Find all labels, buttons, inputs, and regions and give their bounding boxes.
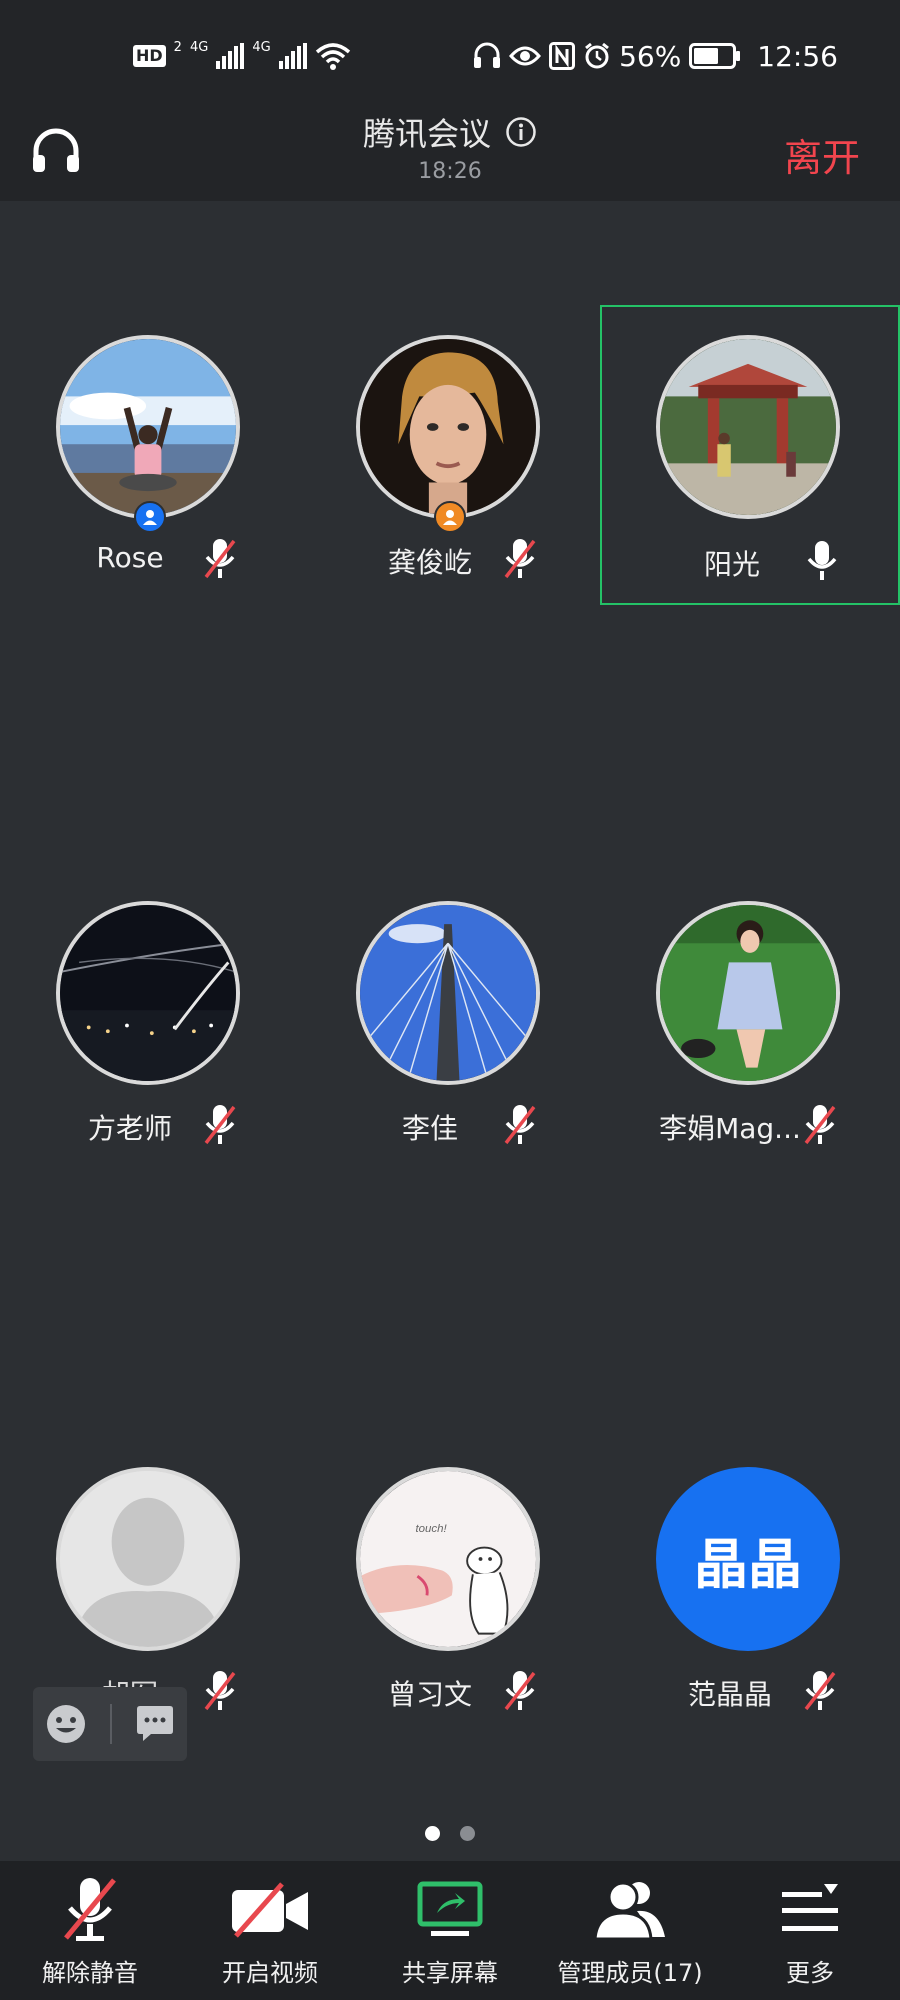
- share-screen-label: 共享屏幕: [402, 1959, 498, 1987]
- network-type-1: 4G: [189, 40, 209, 55]
- mic-muted-icon: [804, 1105, 836, 1145]
- mic-muted-icon: [504, 539, 536, 579]
- mic-muted-icon: [64, 1878, 116, 1941]
- cohost-badge: [434, 501, 466, 533]
- participant-avatar: [56, 901, 240, 1085]
- page-dot-1[interactable]: [425, 1826, 440, 1841]
- participant-tile[interactable]: 龚俊屹: [300, 305, 600, 605]
- start-video-button[interactable]: 开启视频: [180, 1861, 360, 2000]
- reaction-chat-bar: [33, 1687, 187, 1761]
- mic-muted-icon: [204, 1671, 236, 1711]
- meeting-timer: 18:26: [418, 159, 482, 184]
- svg-text:touch!: touch!: [415, 1523, 447, 1535]
- mic-muted-icon: [204, 1105, 236, 1145]
- manage-members-button[interactable]: 管理成员(17): [540, 1861, 720, 2000]
- signal-strength-2-icon: [278, 43, 307, 69]
- participant-avatar: [656, 335, 840, 519]
- start-video-label: 开启视频: [222, 1959, 318, 1987]
- hd-sim-label: 2: [173, 40, 182, 55]
- more-button[interactable]: 更多: [720, 1861, 900, 2000]
- manage-members-label: 管理成员(17): [557, 1959, 703, 1987]
- system-status-bar: HD 2 4G 4G 56% 12:56: [0, 0, 900, 105]
- nfc-icon: [549, 42, 576, 70]
- page-indicator: [0, 1826, 900, 1841]
- signal-strength-1-icon: [216, 43, 245, 69]
- battery-icon: [689, 43, 741, 69]
- participant-grid: Rose 龚俊屹 阳光 方老师 李佳 李娟Mag... touch! 曾习文 晶…: [0, 201, 900, 1861]
- participant-tile[interactable]: Rose: [0, 305, 300, 605]
- battery-percent: 56%: [619, 39, 682, 73]
- meeting-title: 腾讯会议: [362, 115, 491, 153]
- default-avatar-icon: [60, 1471, 236, 1647]
- participant-avatar: [356, 335, 540, 519]
- hd-voice-badge: HD: [133, 45, 166, 67]
- host-icon: [143, 510, 157, 525]
- reaction-divider: [109, 1704, 112, 1744]
- network-type-2: 4G: [252, 40, 271, 55]
- clock: 12:56: [757, 39, 838, 73]
- participant-avatar-initials: 晶晶: [656, 1467, 840, 1651]
- meeting-toolbar: 解除静音 开启视频 共享屏幕 管理成员(17) 更多: [0, 1861, 900, 2000]
- status-indicators-right: 56% 12:56: [473, 36, 838, 76]
- participant-avatar: [56, 335, 240, 519]
- emoji-reaction-icon[interactable]: [45, 1703, 87, 1745]
- unmute-button[interactable]: 解除静音: [0, 1861, 180, 2000]
- meeting-header: 腾讯会议 18:26 离开: [0, 105, 900, 201]
- host-badge: [134, 501, 166, 533]
- mic-muted-icon: [504, 1671, 536, 1711]
- wifi-icon: [315, 43, 350, 70]
- mic-muted-icon: [204, 539, 236, 579]
- mic-muted-icon: [504, 1105, 536, 1145]
- participant-tile[interactable]: touch! 曾习文: [300, 1437, 600, 1737]
- page-dot-2[interactable]: [460, 1826, 475, 1841]
- share-screen-icon: [417, 1881, 483, 1936]
- participant-avatar-default: [56, 1467, 240, 1651]
- mic-active-icon: [807, 541, 837, 580]
- members-icon: [593, 1881, 665, 1941]
- chat-icon[interactable]: [135, 1705, 175, 1743]
- headset-status-icon: [474, 42, 501, 68]
- participant-tile[interactable]: 李佳: [300, 871, 600, 1171]
- status-indicators-left: HD 2 4G 4G: [133, 36, 351, 76]
- participant-tile[interactable]: 晶晶 范晶晶: [600, 1437, 900, 1737]
- leave-meeting-button[interactable]: 离开: [784, 127, 860, 182]
- more-menu-icon: [782, 1884, 838, 1931]
- participant-tile-speaking[interactable]: 阳光: [600, 305, 900, 605]
- unmute-label: 解除静音: [42, 1959, 138, 1987]
- meeting-info-icon[interactable]: [505, 116, 537, 148]
- camera-off-icon: [232, 1882, 308, 1938]
- alarm-icon: [585, 42, 609, 69]
- participant-tile[interactable]: 方老师: [0, 871, 300, 1171]
- mic-muted-icon: [804, 1671, 836, 1711]
- participant-tile[interactable]: 李娟Mag...: [600, 871, 900, 1171]
- participant-avatar: [356, 901, 540, 1085]
- cohost-icon: [443, 510, 457, 525]
- participant-avatar: touch!: [356, 1467, 540, 1651]
- more-label: 更多: [786, 1959, 834, 1987]
- share-screen-button[interactable]: 共享屏幕: [360, 1861, 540, 2000]
- participant-avatar: [656, 901, 840, 1085]
- eye-comfort-icon: [509, 46, 542, 66]
